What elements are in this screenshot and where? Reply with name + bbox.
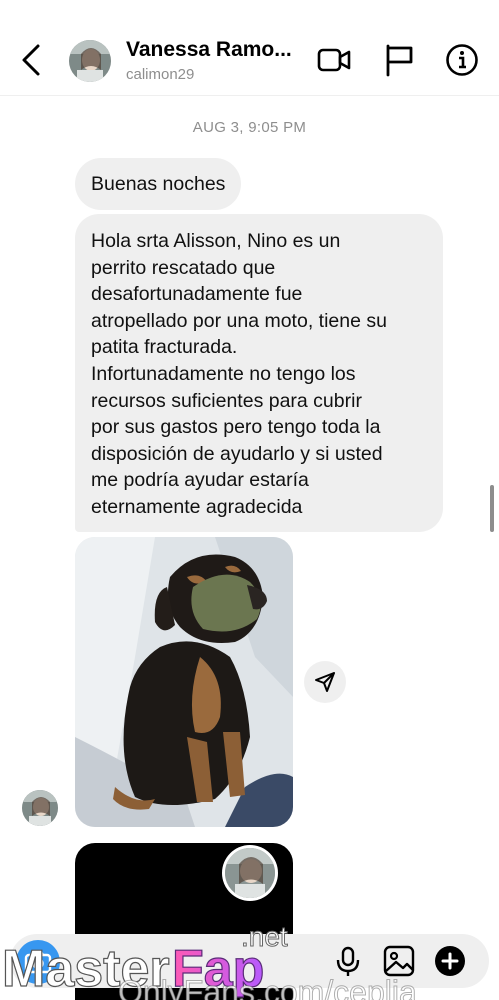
- message-line: patita fracturada.: [91, 336, 238, 359]
- plus-icon: [435, 946, 465, 976]
- message-line: Hola srta Alisson, Nino es un: [91, 230, 341, 252]
- contact-name[interactable]: Vanessa Ramo...: [126, 38, 292, 62]
- back-button[interactable]: [14, 40, 50, 80]
- info-icon: [446, 44, 478, 76]
- flag-icon: [386, 44, 413, 77]
- microphone-icon: [336, 946, 360, 976]
- scrollbar[interactable]: [490, 485, 494, 532]
- video-camera-icon: [317, 48, 351, 72]
- message-line: me podría ayudar estaría: [91, 469, 309, 492]
- message-line: recursos suficientes para cubrir: [91, 389, 362, 412]
- microphone-button[interactable]: [331, 944, 365, 978]
- message-line: Infortunadamente no tengo los: [91, 362, 356, 385]
- gallery-icon: [383, 945, 415, 977]
- message-line: desafortunadamente fue: [91, 283, 303, 306]
- contact-username: calimon29: [126, 66, 195, 83]
- message-line: disposición de ayudarlo y si usted: [91, 442, 383, 465]
- message-line: eternamente agradecida: [91, 495, 303, 518]
- share-button[interactable]: [304, 661, 346, 703]
- message-timestamp: AUG 3, 9:05 PM: [192, 119, 307, 136]
- photo-message[interactable]: [75, 537, 293, 827]
- message-line: perrito rescatado que: [91, 256, 276, 279]
- sender-avatar[interactable]: [22, 790, 58, 826]
- message-line: por sus gastos pero tengo toda la: [91, 416, 381, 439]
- chevron-left-icon: [22, 44, 40, 76]
- message-line: atropellado por una moto, tiene su: [91, 309, 387, 332]
- story-avatar[interactable]: [222, 845, 278, 901]
- gallery-button[interactable]: [382, 944, 416, 978]
- send-icon: [315, 672, 335, 692]
- dog-photo: [75, 537, 293, 827]
- message-bubble[interactable]: Hola srta Alisson, Nino es un perrito re…: [75, 214, 443, 532]
- watermark-url: OnlyFans.com/ceplia: [118, 974, 418, 1000]
- avatar[interactable]: [69, 40, 111, 82]
- report-button[interactable]: [382, 42, 418, 78]
- message-bubble[interactable]: Buenas noches: [75, 158, 242, 210]
- chat-header: Vanessa Ramo... calimon29: [0, 0, 499, 96]
- svg-text:.net: .net: [241, 924, 288, 952]
- info-button[interactable]: [444, 42, 480, 78]
- add-button[interactable]: [433, 944, 467, 978]
- video-call-button[interactable]: [317, 42, 353, 78]
